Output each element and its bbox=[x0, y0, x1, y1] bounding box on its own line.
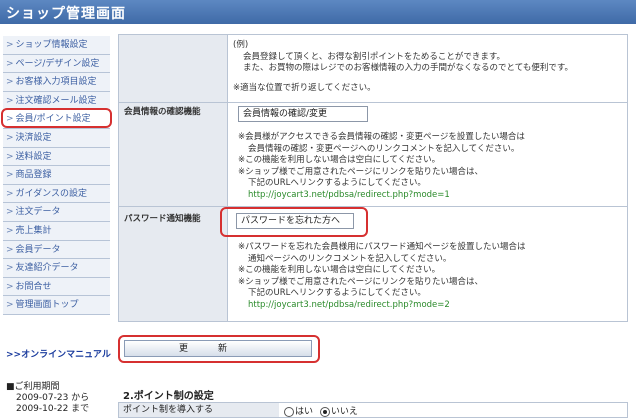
member-info-label: 会員情報の確認機能 bbox=[124, 107, 201, 117]
chevron-right-icon: > bbox=[6, 58, 14, 69]
sidebar-item-shop-info[interactable]: > ショップ情報設定 bbox=[3, 36, 110, 55]
member-info-notes: ※会員様がアクセスできる会員情報の確認・変更ページを設置したい場合は 会員情報の… bbox=[238, 132, 525, 200]
sidebar-item-guidance[interactable]: > ガイダンスの設定 bbox=[3, 184, 110, 204]
points-label: ポイント制を導入する bbox=[119, 403, 279, 417]
chevron-right-icon: > bbox=[6, 225, 14, 236]
example-text: (例) 会員登録して頂くと、お得な割引ポイントをためることができます。 また、お… bbox=[233, 40, 573, 93]
period-title: ■ご利用期間 bbox=[6, 382, 60, 392]
online-manual-link[interactable]: >>オンラインマニュアル bbox=[6, 347, 111, 360]
app-header: ショップ管理画面 bbox=[0, 0, 636, 24]
sidebar-item-products[interactable]: > 商品登録 bbox=[3, 166, 110, 185]
chevron-right-icon: > bbox=[6, 40, 14, 50]
password-notice-notes: ※パスワードを忘れた会員様用にパスワード通知ページを設置したい場合は 通知ページ… bbox=[238, 242, 526, 310]
row-divider bbox=[118, 102, 628, 103]
sidebar-item-orders[interactable]: > 注文データ bbox=[3, 203, 110, 222]
sidebar-item-customer-fields[interactable]: > お客様入力項目設定 bbox=[3, 73, 110, 92]
chevron-right-icon: > bbox=[6, 170, 14, 181]
sidebar-item-contact[interactable]: > お問合せ bbox=[3, 277, 110, 297]
chevron-right-icon: > bbox=[6, 281, 14, 292]
sidebar-item-sales[interactable]: > 売上集計 bbox=[3, 221, 110, 241]
highlight-box bbox=[118, 335, 320, 363]
chevron-right-icon: > bbox=[6, 151, 14, 162]
highlight-box bbox=[1, 108, 112, 128]
sidebar-menu: > ショップ情報設定 > ページ/デザイン設定 > お客様入力項目設定 > 注文確認メー… bbox=[3, 36, 110, 315]
page-title: ショップ管理画面 bbox=[6, 6, 126, 22]
sidebar-item-referrals[interactable]: > 友達紹介データ bbox=[3, 259, 110, 278]
member-info-input[interactable]: 会員情報の確認/変更 bbox=[238, 106, 368, 122]
radio-yes-label: はい bbox=[295, 407, 314, 417]
sidebar-item-shipping[interactable]: > 送料設定 bbox=[3, 147, 110, 167]
radio-no[interactable] bbox=[319, 406, 330, 417]
chevron-right-icon: > bbox=[6, 244, 14, 255]
radio-yes[interactable] bbox=[284, 406, 294, 417]
chevron-right-icon: > bbox=[6, 263, 14, 274]
points-row: ポイント制を導入する はい いいえ bbox=[118, 402, 628, 418]
points-radio-group: はい いいえ bbox=[284, 404, 358, 417]
radio-no-label: いいえ bbox=[330, 407, 358, 417]
sidebar-item-members[interactable]: > 会員データ bbox=[3, 240, 110, 260]
chevron-right-icon: > bbox=[6, 132, 14, 143]
chevron-right-icon: > bbox=[6, 188, 14, 199]
chevron-right-icon: > bbox=[6, 95, 14, 106]
chevron-right-icon: > bbox=[6, 300, 14, 311]
password-notice-label: パスワード通知機能 bbox=[124, 214, 201, 224]
section2-title: 2.ポイント制の設定 bbox=[123, 391, 214, 402]
chevron-right-icon: > bbox=[6, 77, 14, 88]
chevron-right-icon: > bbox=[6, 207, 14, 218]
usage-period: ■ご利用期間 2009-07-23 から 2009-10-22 まで bbox=[6, 382, 89, 415]
sidebar-item-admin-top[interactable]: > 管理画面トップ bbox=[3, 296, 110, 315]
row-divider bbox=[118, 206, 628, 207]
sidebar-item-page-design[interactable]: > ページ/デザイン設定 bbox=[3, 54, 110, 74]
period-start: 2009-07-23 から bbox=[16, 393, 90, 403]
sidebar-item-payment[interactable]: > 決済設定 bbox=[3, 128, 110, 148]
sidebar: > ショップ情報設定 > ページ/デザイン設定 > お客様入力項目設定 > 注文確認メー… bbox=[0, 24, 112, 418]
label-column bbox=[119, 35, 228, 321]
period-end: 2009-10-22 まで bbox=[16, 404, 90, 414]
highlight-box bbox=[220, 207, 368, 237]
